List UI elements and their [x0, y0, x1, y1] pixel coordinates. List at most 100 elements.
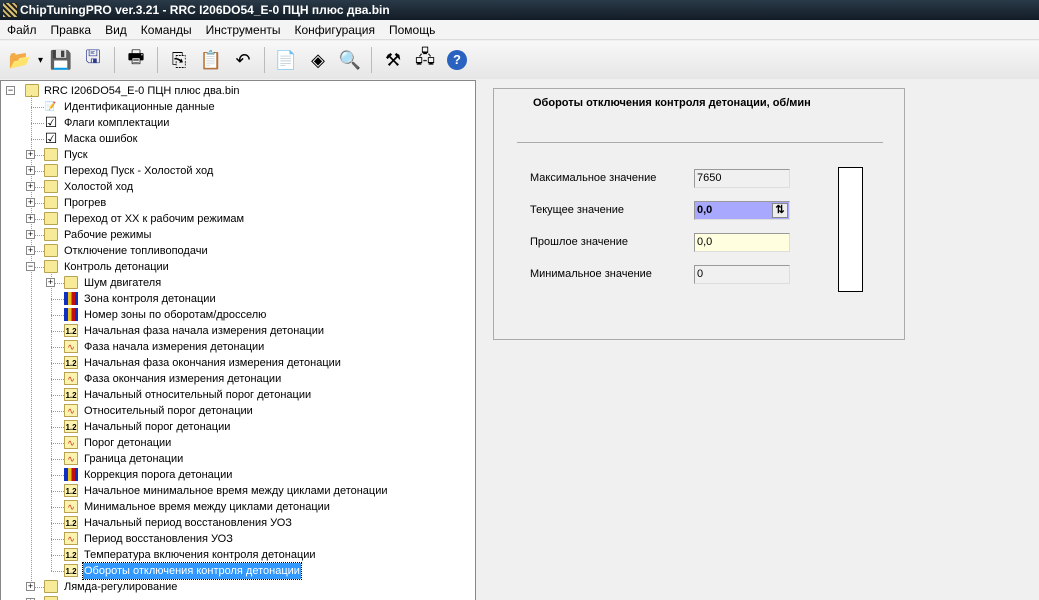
- save-button[interactable]: 💾: [47, 46, 75, 74]
- tree-item[interactable]: Минимальное время между циклами детонаци…: [84, 499, 330, 515]
- menu-6[interactable]: Помощь: [382, 20, 442, 39]
- tree-item[interactable]: Период восстановления УОЗ: [84, 531, 233, 547]
- tree-line: [51, 363, 64, 364]
- undo-icon: ↶: [235, 49, 251, 70]
- paste-button[interactable]: 📋: [197, 46, 225, 74]
- info-button[interactable]: ◈: [304, 46, 332, 74]
- tree-item[interactable]: Температура включения контроля детонации: [84, 547, 316, 563]
- tree-item[interactable]: Рабочие режимы: [64, 227, 151, 243]
- tree-item[interactable]: Зона контроля детонации: [84, 291, 216, 307]
- search-icon: 🔍: [338, 49, 362, 70]
- tools-button[interactable]: ⚒: [379, 46, 407, 74]
- tree-item[interactable]: Начальное минимальное время между циклам…: [84, 483, 388, 499]
- undo-button[interactable]: ↶: [229, 46, 257, 74]
- folder-icon: [44, 180, 58, 193]
- toolbar-separator: [264, 47, 266, 73]
- menu-5[interactable]: Конфигурация: [287, 20, 382, 39]
- expand-toggle[interactable]: −: [26, 262, 35, 271]
- menu-3[interactable]: Команды: [134, 20, 199, 39]
- current-value-input[interactable]: 0,0 ⇅: [694, 201, 790, 220]
- tree-item[interactable]: Контроль детонации: [64, 259, 169, 275]
- tree-item[interactable]: Переход от ХХ к рабочим режимам: [64, 211, 244, 227]
- root-collapse-toggle[interactable]: −: [6, 86, 15, 95]
- folder-icon: [44, 580, 58, 593]
- open-button[interactable]: 📂: [6, 46, 34, 74]
- tree-item[interactable]: Лямда-регулирование: [64, 579, 177, 595]
- tree-line: [51, 507, 64, 508]
- tree-item[interactable]: Пуск: [64, 147, 88, 163]
- expand-toggle[interactable]: +: [26, 214, 35, 223]
- expand-toggle[interactable]: +: [26, 166, 35, 175]
- tree-item[interactable]: Начальная фаза начала измерения детонаци…: [84, 323, 324, 339]
- tree-line: [51, 331, 64, 332]
- menu-2[interactable]: Вид: [98, 20, 134, 39]
- tree-line: [51, 271, 52, 571]
- bar-chart-icon: [64, 468, 78, 481]
- expand-toggle[interactable]: +: [46, 278, 55, 287]
- tree-root[interactable]: RRC I206DO54_E-0 ПЦН плюс два.bin: [44, 83, 240, 99]
- tree-item[interactable]: Обороты отключения контроля детонации: [82, 562, 302, 580]
- expand-toggle[interactable]: +: [26, 198, 35, 207]
- document-button[interactable]: 📄: [272, 46, 300, 74]
- previous-value-field[interactable]: 0,0: [694, 233, 790, 252]
- menu-0[interactable]: Файл: [0, 20, 44, 39]
- tree-item[interactable]: Порог детонации: [84, 435, 171, 451]
- tree-item[interactable]: Номер зоны по оборотам/дросселю: [84, 307, 266, 323]
- tree-item[interactable]: Шум двигателя: [84, 275, 161, 291]
- window-title: ChipTuningPRO ver.3.21 - RRC I206DO54_E-…: [20, 3, 390, 17]
- paste-icon: 📋: [199, 49, 223, 70]
- parameter-title: Обороты отключения контроля детонации, о…: [533, 97, 811, 109]
- tree-item[interactable]: Фаза окончания измерения детонации: [84, 371, 281, 387]
- tree-item[interactable]: Начальный период восстановления УОЗ: [84, 515, 292, 531]
- tree-item[interactable]: Переход Пуск - Холостой ход: [64, 163, 213, 179]
- expand-toggle[interactable]: +: [26, 582, 35, 591]
- menu-1[interactable]: Правка: [44, 20, 99, 39]
- expand-toggle[interactable]: +: [26, 150, 35, 159]
- tree-item[interactable]: Отключение топливоподачи: [64, 243, 208, 259]
- expand-toggle[interactable]: +: [26, 246, 35, 255]
- numeric-value-icon: 1.2: [64, 484, 78, 497]
- graph-icon: ∿: [64, 532, 78, 545]
- tree-line: [51, 523, 64, 524]
- tree-item[interactable]: Холостой ход: [64, 179, 133, 195]
- tree-item[interactable]: Начальная фаза окончания измерения детон…: [84, 355, 341, 371]
- folder-icon: [44, 596, 58, 600]
- help-button[interactable]: ?: [443, 46, 471, 74]
- tools-icon: ⚒: [384, 49, 402, 70]
- expand-toggle[interactable]: +: [26, 230, 35, 239]
- tree-line: [31, 107, 44, 108]
- tree-view[interactable]: − RRC I206DO54_E-0 ПЦН плюс два.bin 📝 Идент…: [0, 80, 476, 600]
- field-label: Текущее значение: [530, 204, 625, 216]
- tree-item[interactable]: Граница детонации: [84, 451, 183, 467]
- network-icon: 🖧: [414, 47, 436, 67]
- expand-toggle[interactable]: +: [26, 182, 35, 191]
- save-as-button[interactable]: 🖫: [79, 46, 107, 74]
- tree-item[interactable]: Идентификационные данные: [64, 99, 215, 115]
- app-icon: [3, 3, 17, 17]
- tree-item[interactable]: Коррекция порога детонации: [84, 467, 232, 483]
- print-button[interactable]: 🖶: [122, 46, 150, 74]
- network-button[interactable]: 🖧: [411, 46, 439, 74]
- search-button[interactable]: 🔍: [336, 46, 364, 74]
- folder-icon: [44, 164, 58, 177]
- tree-line: [51, 395, 64, 396]
- tree-item[interactable]: Относительный порог детонации: [84, 403, 253, 419]
- tree-item[interactable]: Маска ошибок: [64, 131, 137, 147]
- tree-item[interactable]: Прогрев: [64, 195, 106, 211]
- tree-item[interactable]: Начальный относительный порог детонации: [84, 387, 311, 403]
- open-dropdown-icon[interactable]: ▾: [38, 55, 43, 66]
- bar-chart-icon: [64, 308, 78, 321]
- folder-icon: [44, 148, 58, 161]
- tree-item[interactable]: Начальный порог детонации: [84, 419, 230, 435]
- menu-4[interactable]: Инструменты: [199, 20, 288, 39]
- tree-line: [51, 491, 64, 492]
- spinner-icon[interactable]: ⇅: [772, 203, 788, 218]
- tree-item[interactable]: Флаги комплектации: [64, 115, 169, 131]
- toolbar-separator: [114, 47, 116, 73]
- graph-icon: ∿: [64, 372, 78, 385]
- info-icon: ◈: [311, 49, 325, 70]
- open-icon: 📂: [8, 49, 32, 70]
- tree-item[interactable]: Фаза начала измерения детонации: [84, 339, 264, 355]
- copy-button[interactable]: ⎘: [165, 46, 193, 74]
- tree-line: [31, 123, 44, 124]
